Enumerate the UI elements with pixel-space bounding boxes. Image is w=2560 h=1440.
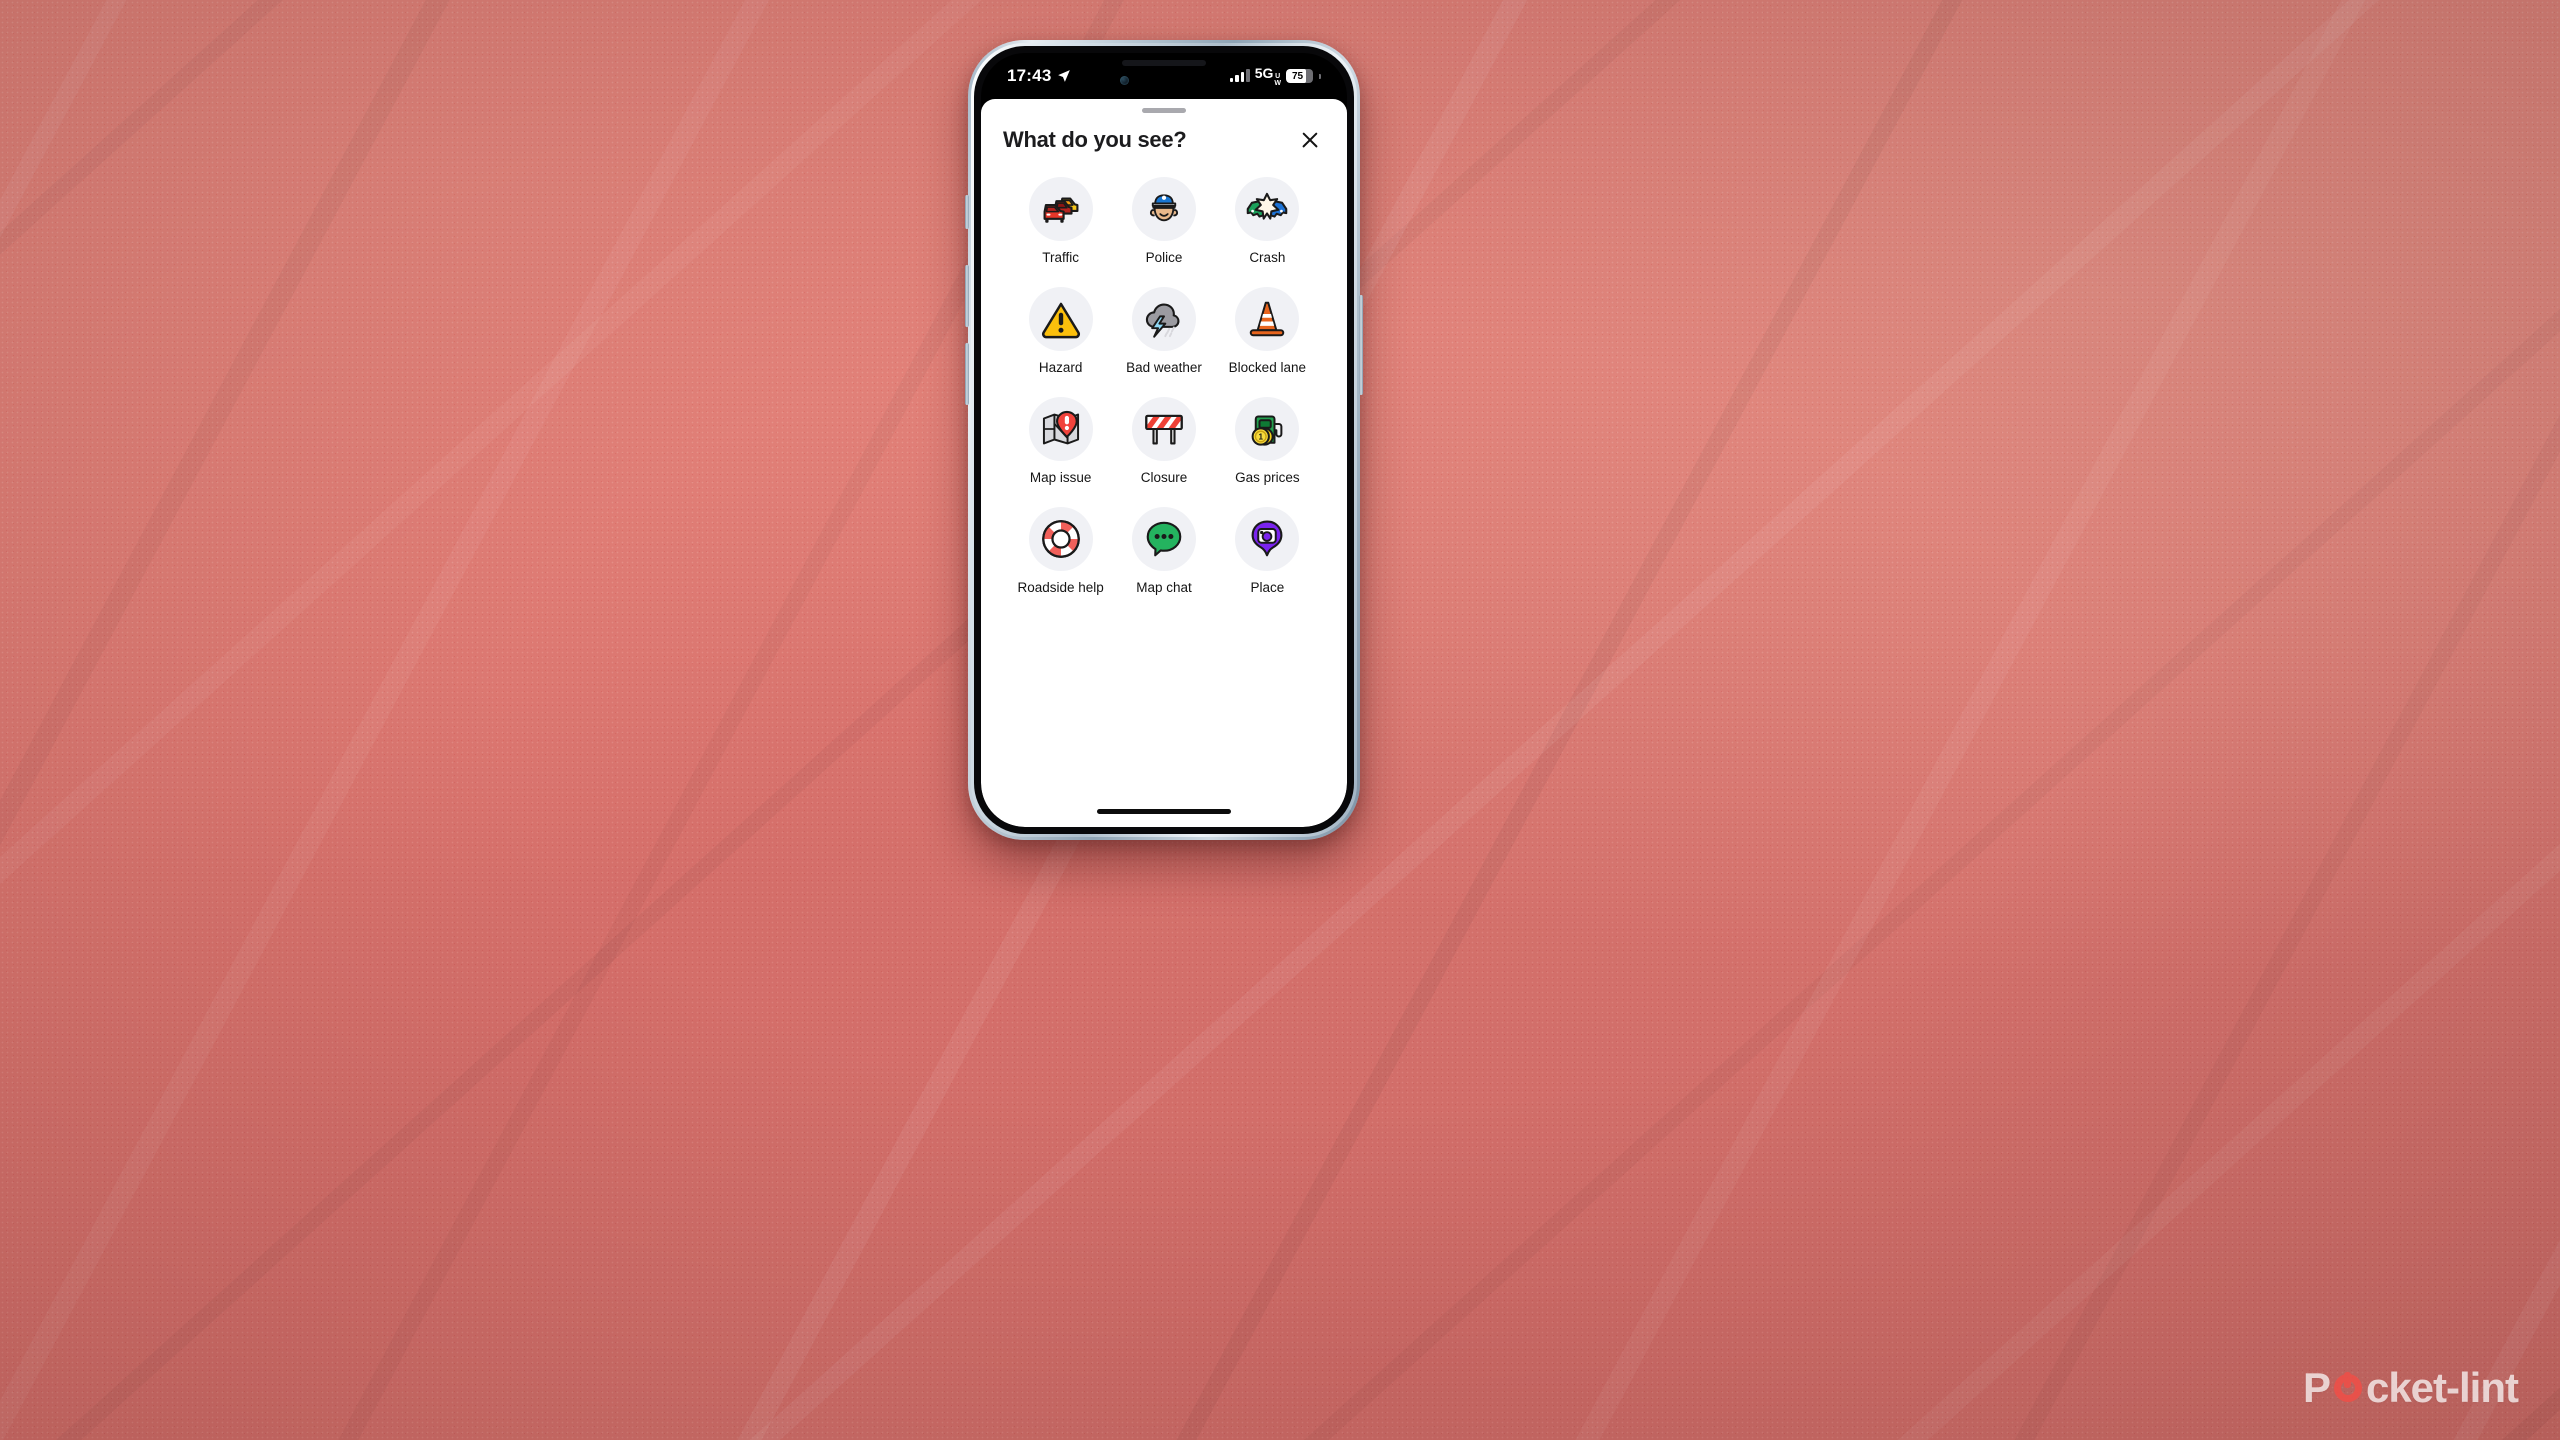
fuel-pump-coins-icon: 1 <box>1235 397 1300 461</box>
svg-text:1: 1 <box>1259 433 1264 442</box>
status-bar-left: 17:43 <box>1007 66 1071 86</box>
silent-switch-button[interactable] <box>965 195 969 229</box>
warning-triangle-icon <box>1028 287 1093 351</box>
location-arrow-icon <box>1058 70 1071 82</box>
phone-device: 17:43 5G U W 75 What do you see? Traffic… <box>965 40 1363 840</box>
life-ring-icon <box>1028 507 1093 571</box>
report-option-label: Map issue <box>1029 470 1092 485</box>
chat-bubble-icon <box>1131 507 1196 571</box>
power-symbol-icon <box>2331 1371 2365 1405</box>
status-time: 17:43 <box>1007 66 1052 85</box>
report-option-label: Police <box>1145 250 1183 265</box>
road-barrier-icon <box>1131 397 1196 461</box>
report-option-blocked-lane[interactable]: Blocked lane <box>1216 287 1319 375</box>
home-indicator[interactable] <box>1097 809 1231 814</box>
report-option-traffic[interactable]: Traffic <box>1009 177 1112 265</box>
traffic-cars-icon <box>1028 177 1093 241</box>
report-option-label: Bad weather <box>1126 360 1202 375</box>
place-camera-pin-icon <box>1235 507 1300 571</box>
car-crash-icon <box>1235 177 1300 241</box>
report-option-label: Map chat <box>1136 580 1192 595</box>
report-option-label: Closure <box>1140 470 1188 485</box>
report-option-label: Blocked lane <box>1228 360 1306 375</box>
phone-screen: 17:43 5G U W 75 What do you see? Traffic… <box>981 53 1347 827</box>
report-option-crash[interactable]: Crash <box>1216 177 1319 265</box>
sheet-header: What do you see? <box>981 113 1347 155</box>
network-label: 5G U W <box>1255 65 1281 87</box>
battery-percent: 75 <box>1291 70 1304 82</box>
volume-down-button[interactable] <box>965 343 969 405</box>
cellular-bars-icon <box>1229 69 1250 82</box>
watermark-before: P <box>2302 1364 2331 1411</box>
network-suffix: U W <box>1274 73 1281 87</box>
report-option-map-issue[interactable]: Map issue <box>1009 397 1112 485</box>
power-button[interactable] <box>1359 295 1363 395</box>
report-option-label: Place <box>1250 580 1285 595</box>
report-option-police[interactable]: Police <box>1112 177 1215 265</box>
close-icon[interactable] <box>1295 125 1325 155</box>
network-type: 5G <box>1254 65 1274 81</box>
traffic-cone-icon <box>1235 287 1300 351</box>
battery-tip <box>1319 73 1321 79</box>
report-sheet: What do you see? Traffic Police Crash Ha… <box>981 99 1347 827</box>
report-options-grid: Traffic Police Crash Hazard Bad weather … <box>981 155 1347 595</box>
watermark-after: cket-lint <box>2365 1364 2519 1411</box>
report-option-closure[interactable]: Closure <box>1112 397 1215 485</box>
report-option-label: Roadside help <box>1017 580 1104 595</box>
report-option-label: Hazard <box>1038 360 1083 375</box>
police-officer-icon <box>1131 177 1196 241</box>
map-pin-alert-icon <box>1028 397 1093 461</box>
status-bar-right: 5G U W 75 <box>1229 65 1321 87</box>
report-option-bad-weather[interactable]: Bad weather <box>1112 287 1215 375</box>
page-title: What do you see? <box>1003 127 1187 152</box>
report-option-gas-prices[interactable]: 1 Gas prices <box>1216 397 1319 485</box>
report-option-place[interactable]: Place <box>1216 507 1319 595</box>
report-option-hazard[interactable]: Hazard <box>1009 287 1112 375</box>
battery-icon: 75 <box>1286 69 1313 83</box>
report-option-label: Crash <box>1249 250 1286 265</box>
report-option-label: Gas prices <box>1235 470 1300 485</box>
status-bar: 17:43 5G U W 75 <box>981 53 1347 99</box>
storm-cloud-icon <box>1131 287 1196 351</box>
volume-up-button[interactable] <box>965 265 969 327</box>
report-option-label: Traffic <box>1042 250 1080 265</box>
report-option-map-chat[interactable]: Map chat <box>1112 507 1215 595</box>
report-option-roadside-help[interactable]: Roadside help <box>1009 507 1112 595</box>
pocket-lint-watermark: P cket-lint <box>2302 1364 2519 1412</box>
